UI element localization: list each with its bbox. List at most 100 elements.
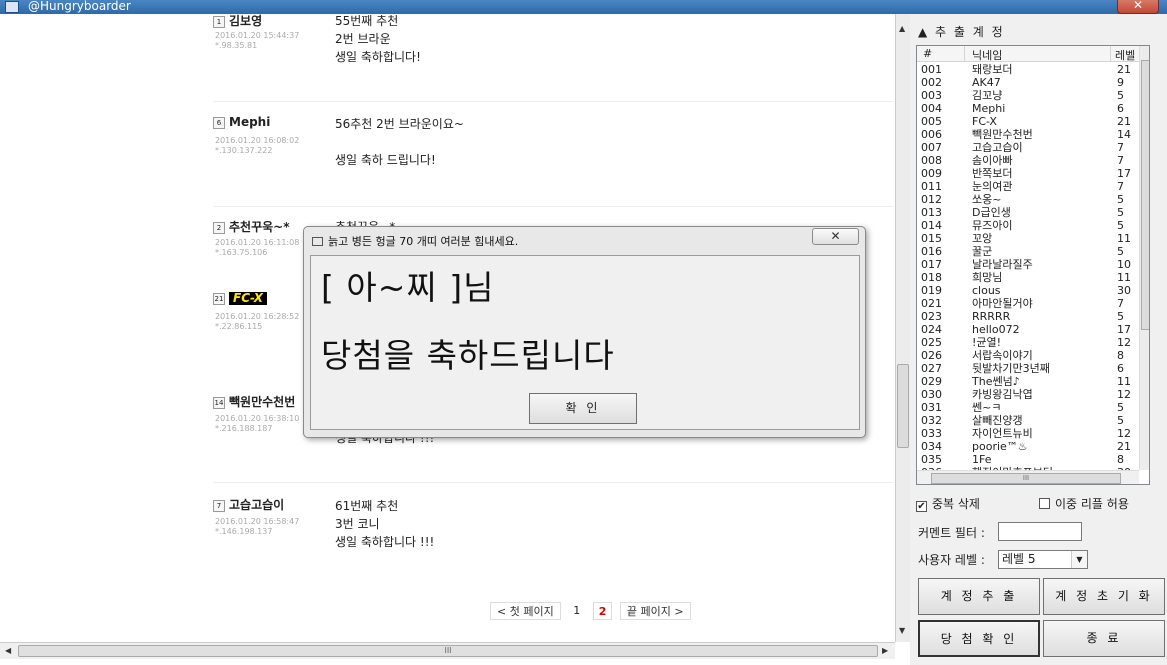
account-list[interactable]: # 닉네임 레벨 001 돼랑보더 21 002 AK47 9 003 김꼬냥 5 004 Meph… [916,45,1150,485]
list-item[interactable]: 030 카빙왕김낙엽 12 [917,388,1139,401]
list-item[interactable]: 024 hello072 17 [917,323,1139,336]
level-icon: 2 [213,221,225,234]
account-level: 7 [1117,180,1124,193]
chevron-down-icon[interactable]: ▼ [1071,551,1087,568]
list-item[interactable]: 021 아마안될거야 7 [917,297,1139,310]
scroll-down-icon[interactable]: ▼ [899,626,905,635]
list-item[interactable]: 005 FC-X 21 [917,115,1139,128]
comment-date: 2016.01.20 16:11:08 [215,238,300,247]
list-item[interactable]: 013 D급인생 5 [917,206,1139,219]
list-item[interactable]: 009 반쪽보더 17 [917,167,1139,180]
list-item[interactable]: 011 눈의여관 7 [917,180,1139,193]
list-item[interactable]: 026 서랍속이야기 8 [917,349,1139,362]
list-item[interactable]: 035 1Fe 8 [917,453,1139,466]
reset-accounts-button[interactable]: 계 정 초 기 화 [1043,578,1165,615]
list-item[interactable]: 015 꼬앙 11 [917,232,1139,245]
scroll-thumb[interactable]: III [931,473,1121,484]
window-titlebar: @Hungryboarder ✕ [0,0,1167,14]
list-item[interactable]: 023 RRRRR 5 [917,310,1139,323]
comment-author[interactable]: 7 고습고습이 [213,496,284,513]
extract-accounts-button[interactable]: 계 정 추 출 [918,578,1040,615]
list-item[interactable]: 016 꿀군 5 [917,245,1139,258]
confirm-winner-button[interactable]: 당 첨 확 인 [918,620,1040,657]
list-item[interactable]: 003 김꼬냥 5 [917,89,1139,102]
comment-filter-input[interactable] [998,522,1082,541]
scroll-right-icon[interactable]: ▶ [882,646,888,655]
comment-author[interactable]: 1 김보영 [213,14,262,29]
comment-author[interactable]: 14 빽원만수천번 [213,393,295,410]
list-item[interactable]: 018 희망님 11 [917,271,1139,284]
list-item[interactable]: 019 clous 30 [917,284,1139,297]
account-number: 015 [921,232,942,245]
list-item[interactable]: 007 고습고습이 7 [917,141,1139,154]
list-item[interactable]: 008 솜이아빠 7 [917,154,1139,167]
account-number: 001 [921,63,942,76]
page-link[interactable]: 1 [568,602,585,620]
dialog-close-button[interactable]: ✕ [812,228,859,245]
current-page[interactable]: 2 [592,602,613,620]
checkbox-checked-icon[interactable]: ✔ [916,501,927,512]
scroll-thumb[interactable] [1141,60,1149,330]
list-item[interactable]: 012 쏘옹~ 5 [917,193,1139,206]
double-reply-checkbox[interactable]: 이중 리플 허용 [1039,495,1129,512]
list-item[interactable]: 006 빽원만수천번 14 [917,128,1139,141]
main-vertical-scrollbar[interactable]: ▲ ▼ [895,14,910,642]
list-item[interactable]: 004 Mephi 6 [917,102,1139,115]
author-name: Mephi [229,115,271,129]
account-level: 17 [1117,167,1131,180]
extract-accounts-label: ▲ 추 출 계 정 [918,25,1005,39]
account-level: 8 [1117,349,1124,362]
account-number: 003 [921,89,942,102]
dialog-icon [312,237,323,246]
author-name: 빽원만수천번 [229,395,296,409]
pagination: < 첫 페이지 1 2 끝 페이지 > [490,602,695,620]
account-nickname: AK47 [972,76,1001,89]
column-header[interactable]: # [923,47,932,60]
comment-author[interactable]: 2 추천꾸욱~* [213,218,290,235]
account-number: 012 [921,193,942,206]
account-number: 024 [921,323,942,336]
user-level-select[interactable]: 레벨 5 ▼ [998,550,1088,569]
column-divider[interactable] [1110,46,1111,62]
column-header[interactable]: 레벨 [1115,47,1135,63]
list-item[interactable]: 002 AK47 9 [917,76,1139,89]
list-item[interactable]: 034 poorie™♨ 21 [917,440,1139,453]
dup-delete-checkbox[interactable]: ✔ 중복 삭제 [916,495,980,512]
main-horizontal-scrollbar[interactable]: ◀ III ▶ [0,642,895,659]
list-item[interactable]: 014 뮤즈아이 5 [917,219,1139,232]
account-level: 12 [1117,388,1131,401]
checkbox-icon[interactable] [1039,498,1050,509]
list-item[interactable]: 001 돼랑보더 21 [917,63,1139,76]
exit-button[interactable]: 종 료 [1043,620,1165,657]
list-item[interactable]: 025 !균열! 12 [917,336,1139,349]
first-page-button[interactable]: < 첫 페이지 [490,602,561,620]
list-horizontal-scrollbar[interactable]: III [917,470,1139,484]
comment-ip: *.98.35.81 [215,41,258,50]
scroll-thumb[interactable] [897,364,909,448]
list-item[interactable]: 027 뒷발차기만3년째 6 [917,362,1139,375]
column-header[interactable]: 닉네임 [972,47,1002,63]
ok-button[interactable]: 확 인 [529,393,637,424]
list-vertical-scrollbar[interactable] [1139,46,1149,470]
comment-date: 2016.01.20 16:08:02 [215,136,300,145]
scroll-thumb[interactable]: III [18,645,878,657]
comment-author[interactable]: 21 FC-X [213,291,268,305]
last-page-button[interactable]: 끝 페이지 > [619,602,691,620]
account-level: 21 [1117,440,1131,453]
list-item[interactable]: 032 살빼진양갱 5 [917,414,1139,427]
window-close-button[interactable]: ✕ [1117,0,1159,14]
dialog-title: 늙고 병든 헝글 70 개띠 여러분 힘내세요. [312,233,518,249]
scroll-up-icon[interactable]: ▲ [899,24,905,33]
comment-author[interactable]: 6 Mephi [213,115,270,129]
account-nickname: 아마안될거야 [972,297,1033,310]
column-divider[interactable] [964,46,965,62]
account-number: 018 [921,271,942,284]
account-level: 5 [1117,206,1124,219]
account-number: 032 [921,414,942,427]
scroll-left-icon[interactable]: ◀ [5,646,11,655]
list-item[interactable]: 017 날라날라질주 10 [917,258,1139,271]
account-level: 17 [1117,323,1131,336]
list-item[interactable]: 033 자이언트뉴비 12 [917,427,1139,440]
list-item[interactable]: 031 쎈~ㅋ 5 [917,401,1139,414]
list-item[interactable]: 029 The쎈넘♪ 11 [917,375,1139,388]
